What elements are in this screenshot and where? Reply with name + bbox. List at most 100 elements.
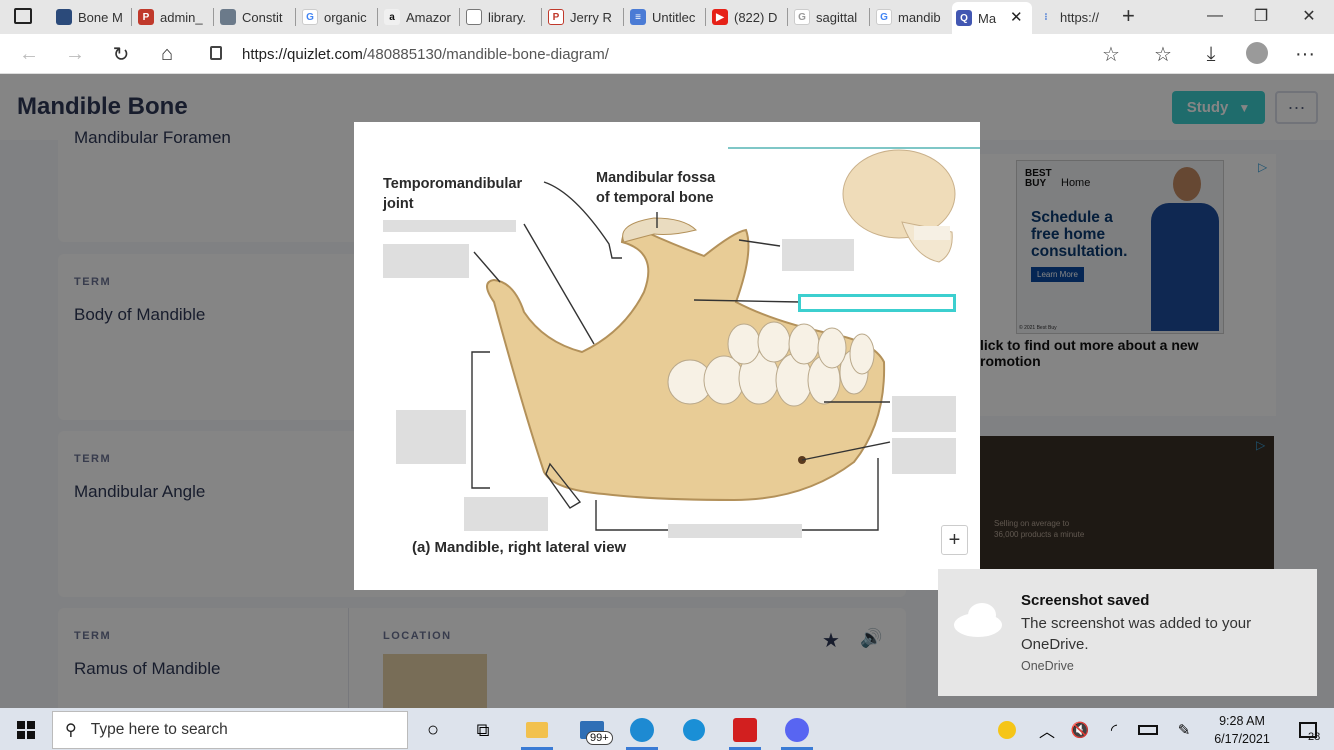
battery-icon[interactable]	[1128, 713, 1168, 747]
tab-close-icon[interactable]: ✕	[1010, 8, 1023, 26]
hidden-label-box[interactable]	[782, 239, 854, 271]
diagram-caption: (a) Mandible, right lateral view	[412, 539, 627, 556]
tab-label: Constit	[242, 9, 283, 25]
search-icon: ⚲	[65, 722, 77, 739]
tab-label: library.	[488, 9, 527, 25]
back-icon[interactable]: ←	[14, 40, 44, 68]
discord-icon[interactable]	[777, 713, 817, 750]
pdf-icon: P	[138, 9, 154, 25]
browser-tab[interactable]: G organic	[298, 4, 378, 30]
tab-favicon-icon	[56, 9, 72, 25]
taskbar-search-input[interactable]: ⚲ Type here to search	[52, 711, 408, 749]
hidden-label-box[interactable]	[383, 220, 516, 232]
address-bar-row: ← → ↻ ⌂ https://quizlet.com/480885130/ma…	[0, 34, 1334, 74]
mail-icon[interactable]: 99+	[572, 713, 613, 747]
browser-tab[interactable]: ⁝ https://	[1034, 4, 1114, 30]
tab-label: Jerry R	[570, 9, 612, 25]
hidden-label-box[interactable]	[396, 410, 466, 464]
windows-start-icon[interactable]	[6, 713, 46, 747]
app-icon[interactable]	[674, 713, 714, 747]
favorites-icon[interactable]: ☆	[1148, 40, 1178, 68]
notification-source: OneDrive	[1021, 659, 1074, 673]
diagram-modal: Temporomandibular joint Mandibular fossa o…	[354, 122, 980, 590]
url-field[interactable]: https://quizlet.com/480885130/mandible-b…	[196, 38, 1134, 70]
browser-tab[interactable]: ≡ Untitlec	[626, 4, 706, 30]
google-icon: G	[794, 9, 810, 25]
tab-label: Ma	[978, 10, 997, 26]
notification-title: Screenshot saved	[1021, 592, 1150, 609]
browser-tab[interactable]: G sagittal	[790, 4, 870, 30]
taskbar: ⚲ Type here to search ○ ⧉ 99+ ︿ 🔇 ◜ ✎ 9:…	[0, 708, 1334, 750]
refresh-icon[interactable]: ↻	[106, 40, 136, 68]
tab-label: Bone M	[78, 9, 123, 25]
tab-label: Amazor	[406, 9, 451, 25]
browser-tab[interactable]: G mandib	[872, 4, 950, 30]
youtube-icon: ▶	[712, 9, 728, 25]
browser-tab[interactable]: P Jerry R	[544, 4, 624, 30]
browser-tab-active[interactable]: Q Ma ✕	[952, 2, 1032, 34]
notification-body: The screenshot was added to your OneDriv…	[1021, 615, 1252, 653]
close-window-icon[interactable]: ✕	[1286, 0, 1332, 32]
tab-label: sagittal	[816, 9, 858, 25]
profile-avatar[interactable]	[1246, 42, 1268, 64]
docs-icon: ≡	[630, 9, 646, 25]
hidden-label-box[interactable]	[892, 396, 956, 432]
browser-tab[interactable]: ▶ (822) D	[708, 4, 788, 30]
zoom-in-button[interactable]: +	[941, 525, 968, 555]
highlighted-label-box[interactable]	[798, 294, 956, 312]
pdf-icon: P	[548, 9, 564, 25]
tab-favicon-icon: ⁝	[1044, 11, 1048, 23]
tab-label: organic	[324, 9, 367, 25]
tab-label: https://	[1060, 9, 1100, 25]
search-placeholder: Type here to search	[90, 721, 228, 738]
clock-time: 9:28 AM	[1219, 714, 1265, 728]
lock-icon[interactable]	[210, 46, 222, 60]
tab-label: admin_	[160, 9, 203, 25]
tab-actions-icon[interactable]	[14, 8, 32, 24]
edge-icon[interactable]	[622, 713, 662, 750]
hidden-label-box[interactable]	[383, 244, 469, 278]
browser-tab[interactable]: Constit	[216, 4, 296, 30]
pen-icon[interactable]: ✎	[1164, 713, 1204, 747]
tab-label: (822) D	[734, 9, 778, 25]
label-mandibular-fossa: Mandibular fossa of temporal bone	[596, 170, 716, 206]
cloud-icon	[954, 603, 1002, 637]
browser-tab[interactable]: Bone M	[52, 4, 132, 30]
cortana-icon[interactable]: ○	[413, 713, 453, 747]
tab-label: mandib	[898, 9, 941, 25]
notification-center-icon[interactable]: 28	[1288, 713, 1328, 747]
hidden-label-box[interactable]	[668, 524, 802, 538]
url-path: /480885130/mandible-bone-diagram/	[362, 45, 609, 63]
task-view-icon[interactable]: ⧉	[463, 713, 503, 747]
hidden-label-box[interactable]	[464, 497, 548, 531]
google-icon: G	[876, 9, 892, 25]
new-tab-button[interactable]: +	[1122, 3, 1135, 29]
quizlet-icon: Q	[956, 10, 972, 26]
tab-favicon-icon	[220, 9, 236, 25]
browser-tab[interactable]: a Amazor	[380, 4, 460, 30]
document-icon	[466, 9, 482, 25]
notification-count: 28	[1308, 731, 1321, 743]
system-clock[interactable]: 9:28 AM 6/17/2021	[1204, 712, 1280, 748]
browser-tab[interactable]: library.	[462, 4, 542, 30]
screenshot-notification[interactable]: Screenshot saved The screenshot was adde…	[938, 569, 1317, 696]
skull-icon	[842, 149, 956, 263]
amazon-icon: a	[384, 9, 400, 25]
label-temporomandibular-joint: Temporomandibular joint	[383, 176, 523, 212]
downloads-icon[interactable]: ⤓	[1196, 40, 1226, 68]
file-explorer-icon[interactable]	[517, 713, 557, 750]
clock-date: 6/17/2021	[1214, 732, 1270, 746]
google-icon: G	[302, 9, 318, 25]
restore-icon[interactable]: ❐	[1238, 0, 1284, 32]
add-favorite-icon[interactable]: ☆	[1102, 42, 1120, 67]
minimize-icon[interactable]: —	[1192, 0, 1238, 32]
home-icon[interactable]: ⌂	[152, 40, 182, 68]
settings-more-icon[interactable]: ···	[1290, 40, 1320, 68]
forward-icon[interactable]: →	[60, 40, 90, 68]
hidden-label-box[interactable]	[892, 438, 956, 474]
mail-badge: 99+	[586, 731, 613, 745]
browser-tab[interactable]: P admin_	[134, 4, 214, 30]
weather-icon[interactable]	[987, 713, 1027, 747]
url-domain: https://quizlet.com	[242, 45, 363, 63]
acrobat-icon[interactable]	[725, 713, 765, 750]
